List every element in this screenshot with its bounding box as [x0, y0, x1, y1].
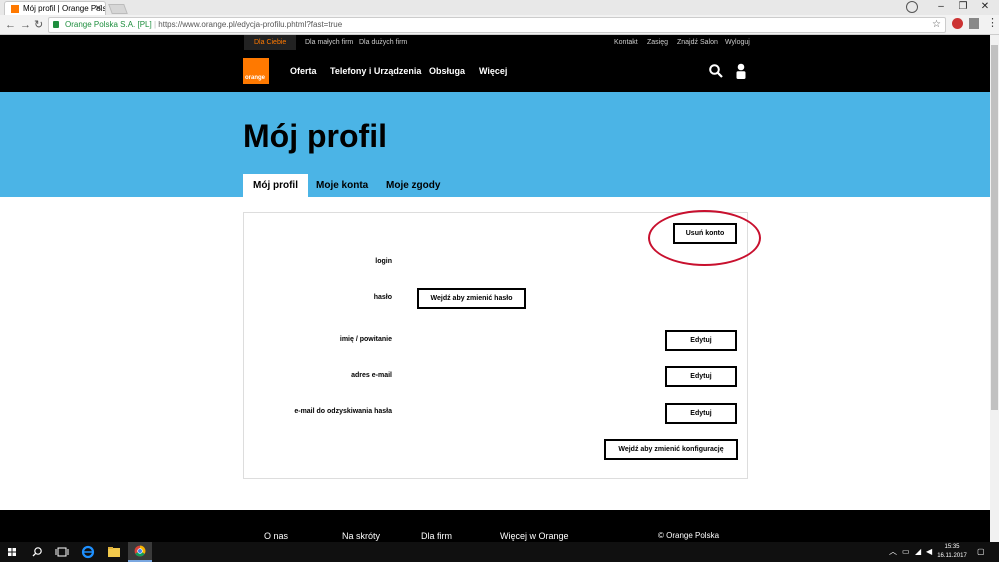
coverage-link[interactable]: Zasięg [647, 35, 668, 50]
bookmark-star-icon[interactable]: ☆ [932, 18, 941, 32]
browser-toolbar: ← → ↻ Orange Polska S.A. [PL] | https://… [0, 15, 999, 35]
browser-tab[interactable]: Mój profil | Orange Polsk ✕ [4, 1, 106, 15]
recovery-email-label: e-mail do odzyskiwania hasła [294, 408, 392, 415]
tab-moje-konta[interactable]: Moje konta [306, 174, 378, 197]
edit-email-button[interactable]: Edytuj [665, 366, 737, 387]
edit-recovery-email-button[interactable]: Edytuj [665, 403, 737, 424]
browser-menu-icon[interactable]: ⋮ [987, 16, 998, 30]
name-label: imię / powitanie [339, 336, 392, 343]
volume-icon[interactable]: ◀ [926, 542, 932, 562]
lock-icon [53, 21, 59, 28]
change-password-button[interactable]: Wejdź aby zmienić hasło [417, 288, 526, 309]
site-top-bar: Dla Ciebie Dla małych firm Dla dużych fi… [0, 35, 990, 50]
clock-time: 15:35 [944, 544, 960, 550]
footer-dla-firm[interactable]: Dla firm [421, 530, 452, 542]
windows-taskbar: ︿ ▭ ◢ ◀ 15:35 16.11.2017 ▢ [0, 542, 999, 562]
edge-icon[interactable] [77, 542, 99, 562]
page-scrollbar[interactable] [990, 35, 999, 542]
nav-obsluga[interactable]: Obsługa [429, 50, 465, 92]
search-taskbar-icon[interactable] [26, 542, 48, 562]
page-hero: Mój profil Mój profil Moje konta Moje zg… [0, 92, 990, 197]
windows-start-icon[interactable] [2, 542, 22, 562]
profile-icon[interactable] [906, 1, 918, 13]
footer-na-skroty[interactable]: Na skróty [342, 530, 380, 542]
footer-wiecej-w-orange[interactable]: Więcej w Orange [500, 530, 569, 542]
taskbar-clock[interactable]: 15:35 16.11.2017 [937, 543, 967, 561]
address-bar[interactable]: Orange Polska S.A. [PL] | https://www.or… [48, 17, 946, 33]
search-icon[interactable] [709, 64, 723, 78]
change-config-button[interactable]: Wejdź aby zmienić konfigurację [604, 439, 738, 460]
back-button[interactable]: ← [5, 17, 16, 33]
logout-link[interactable]: Wyloguj [725, 35, 750, 50]
scrollbar-thumb[interactable] [991, 45, 998, 410]
email-label: adres e-mail [351, 372, 392, 379]
footer-o-nas[interactable]: O nas [264, 530, 288, 542]
segment-dla-ciebie[interactable]: Dla Ciebie [244, 35, 297, 50]
tab-close-icon[interactable]: ✕ [94, 2, 102, 15]
login-label: login [375, 258, 392, 265]
page-title: Mój profil [243, 118, 387, 154]
footer-copyright: © Orange Polska [658, 531, 720, 540]
window-close-button[interactable]: ✕ [971, 0, 999, 14]
extension-icon[interactable] [969, 18, 979, 29]
site-footer: O nas Na skróty Dla firm Więcej w Orange… [0, 510, 990, 542]
edit-name-button[interactable]: Edytuj [665, 330, 737, 351]
network-icon[interactable]: ◢ [915, 542, 921, 562]
url-separator: | [153, 20, 157, 29]
url-text: https://www.orange.pl/edycja-profilu.pht… [158, 20, 343, 29]
main-navigation: orange Oferta Telefony i Urządzenia Obsł… [0, 50, 990, 92]
new-tab-button[interactable] [108, 4, 128, 14]
segment-duze-firmy[interactable]: Dla dużych firm [349, 35, 417, 50]
task-view-icon[interactable] [51, 542, 73, 562]
password-label: hasło [373, 294, 392, 301]
reload-button[interactable]: ↻ [34, 17, 43, 33]
notifications-icon[interactable]: ▢ [977, 542, 985, 562]
nav-telefony[interactable]: Telefony i Urządzenia [330, 50, 421, 92]
tab-moje-zgody[interactable]: Moje zgody [376, 174, 450, 197]
chrome-icon[interactable] [128, 542, 152, 562]
highlight-ring [648, 210, 761, 266]
browser-tab-strip: Mój profil | Orange Polsk ✕ – ❐ ✕ [0, 0, 999, 15]
user-icon[interactable] [735, 63, 747, 79]
site-identity: Orange Polska S.A. [PL] [65, 20, 152, 29]
forward-button[interactable]: → [20, 17, 31, 33]
orange-logo[interactable]: orange [243, 58, 269, 84]
find-store-link[interactable]: Znajdź Salon [677, 35, 718, 50]
extension-icon[interactable] [952, 18, 963, 29]
battery-icon[interactable]: ▭ [902, 542, 910, 562]
file-explorer-icon[interactable] [103, 542, 125, 562]
orange-favicon-icon [11, 5, 19, 13]
nav-oferta[interactable]: Oferta [290, 50, 317, 92]
clock-date: 16.11.2017 [937, 553, 967, 559]
tab-moj-profil[interactable]: Mój profil [243, 174, 308, 197]
tray-chevron-icon[interactable]: ︿ [889, 542, 897, 562]
nav-wiecej[interactable]: Więcej [479, 50, 507, 92]
contact-link[interactable]: Kontakt [614, 35, 638, 50]
